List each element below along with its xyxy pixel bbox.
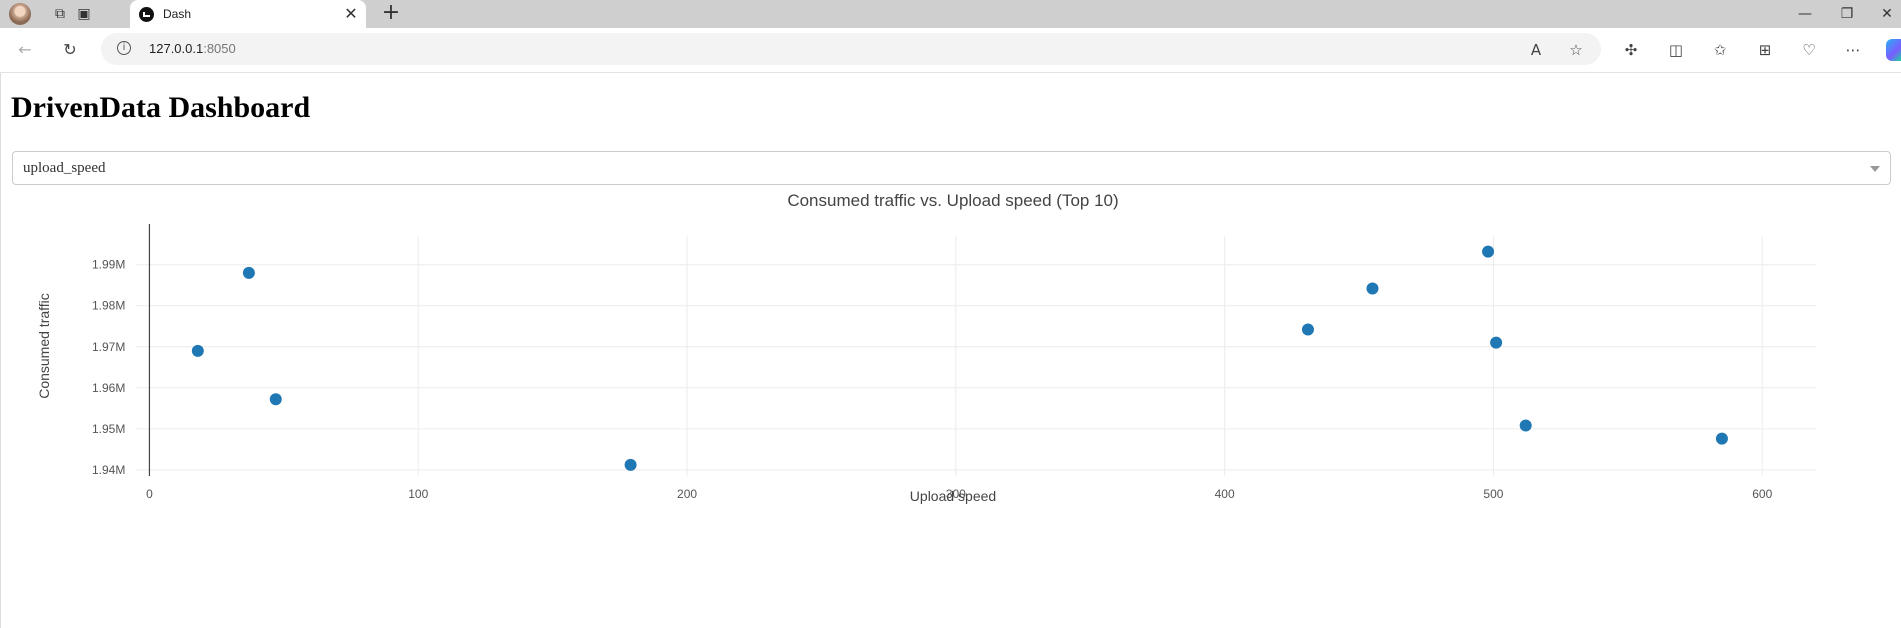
data-point[interactable] — [1490, 336, 1503, 349]
y-tick-label: 1.96M — [92, 381, 125, 395]
vertical-tabs-icon[interactable]: ▣ — [74, 4, 94, 24]
profile-avatar[interactable] — [9, 3, 31, 25]
site-info-icon[interactable]: i — [117, 41, 131, 55]
data-point[interactable] — [269, 393, 282, 406]
x-tick-label: 100 — [408, 487, 428, 501]
extensions-icon[interactable]: ✣ — [1620, 39, 1642, 61]
tab-title: Dash — [163, 7, 192, 21]
close-tab-icon[interactable]: ✕ — [342, 5, 360, 23]
y-tick-label: 1.94M — [92, 463, 125, 477]
chevron-down-icon[interactable] — [1870, 166, 1880, 172]
chart-title: Consumed traffic vs. Upload speed (Top 1… — [787, 191, 1118, 210]
favorite-star-icon[interactable]: ☆ — [1565, 39, 1587, 61]
y-tick-label: 1.99M — [92, 258, 125, 272]
x-tick-label: 400 — [1215, 487, 1235, 501]
chart-axes: 1.94M1.95M1.96M1.97M1.98M1.99M0 100 200 300… — [92, 224, 1773, 501]
more-menu-icon[interactable]: ⋯ — [1842, 39, 1864, 61]
browser-essentials-icon[interactable]: ♡ — [1798, 39, 1820, 61]
read-aloud-icon[interactable]: A — [1525, 39, 1547, 61]
page-title: DrivenData Dashboard — [11, 91, 311, 124]
scatter-chart: 1.94M1.95M1.96M1.97M1.98M1.99M0 100 200 300… — [36, 191, 1816, 504]
favorites-icon[interactable]: ✩ — [1709, 39, 1731, 61]
x-tick-label: 500 — [1483, 487, 1503, 501]
data-point[interactable] — [1519, 419, 1532, 432]
browser-tab-strip: ⧉ ▣ Dash ✕ + — ❐ ✕ — [0, 0, 1901, 28]
tab-dash[interactable]: Dash ✕ — [130, 0, 366, 28]
y-tick-label: 1.95M — [92, 422, 125, 436]
data-point[interactable] — [1482, 245, 1495, 258]
metric-dropdown[interactable]: upload_speed — [12, 151, 1891, 185]
chart-grid — [136, 236, 1816, 476]
restore-icon[interactable]: ❐ — [1832, 4, 1862, 24]
data-point[interactable] — [1715, 432, 1728, 445]
y-axis-label: Consumed traffic — [36, 293, 52, 399]
data-point[interactable] — [624, 458, 637, 471]
address-bar[interactable]: i 127.0.0.1:8050 — [101, 33, 1601, 65]
url-text: 127.0.0.1:8050 — [149, 41, 236, 56]
back-icon[interactable]: ← — [14, 39, 36, 61]
y-tick-label: 1.97M — [92, 340, 125, 354]
minimize-icon[interactable]: — — [1790, 4, 1820, 24]
data-point[interactable] — [191, 344, 204, 357]
close-window-icon[interactable]: ✕ — [1872, 4, 1901, 24]
browser-toolbar: ← ↻ i 127.0.0.1:8050 A ☆ ✣ ◫ ✩ ⊞ ♡ ⋯ — [0, 28, 1901, 73]
x-tick-label: 200 — [677, 487, 697, 501]
data-point[interactable] — [1301, 323, 1314, 336]
x-axis-label: Upload speed — [910, 488, 996, 504]
chart-points — [191, 245, 1728, 471]
split-screen-icon[interactable]: ◫ — [1665, 39, 1687, 61]
x-tick-label: 600 — [1752, 487, 1772, 501]
data-point[interactable] — [242, 266, 255, 279]
workspaces-icon[interactable]: ⧉ — [50, 4, 70, 24]
x-tick-label: 0 — [146, 487, 153, 501]
new-tab-icon[interactable]: + — [380, 2, 402, 25]
collections-icon[interactable]: ⊞ — [1754, 39, 1776, 61]
page-content: DrivenData Dashboard upload_speed 1.94M 1… — [0, 73, 1901, 628]
reload-icon[interactable]: ↻ — [59, 39, 81, 61]
dropdown-selected-value: upload_speed — [23, 160, 106, 176]
copilot-icon[interactable] — [1886, 39, 1901, 61]
data-point[interactable] — [1366, 282, 1379, 295]
y-tick-label: 1.98M — [92, 299, 125, 313]
dash-favicon-icon — [139, 7, 154, 22]
